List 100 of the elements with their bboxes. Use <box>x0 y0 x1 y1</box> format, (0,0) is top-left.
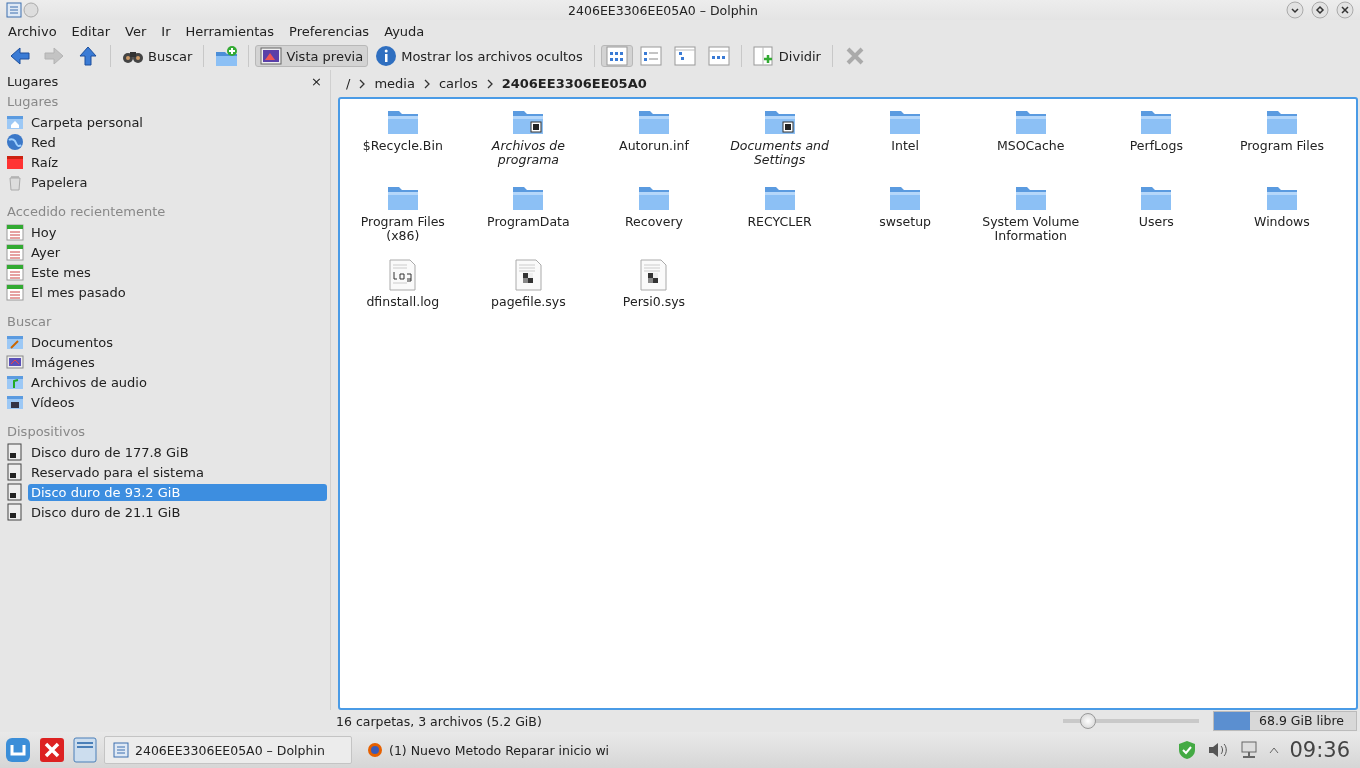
drive-icon <box>6 503 24 521</box>
image-icon <box>260 45 283 67</box>
place-item[interactable]: Reservado para el sistema <box>28 463 327 481</box>
folder-icon <box>6 373 24 391</box>
image-icon <box>6 353 24 371</box>
file-name[interactable]: Recovery <box>625 215 683 229</box>
calendar-icon <box>6 243 24 261</box>
place-item[interactable]: Ayer <box>28 243 327 261</box>
toolbar-button[interactable]: Vista previa <box>255 45 369 67</box>
maximize-button[interactable] <box>1311 1 1329 19</box>
chevron-icon <box>422 78 431 89</box>
file-name[interactable]: Users <box>1138 215 1174 229</box>
list-view-icon <box>639 45 662 67</box>
start-menu-icon[interactable] <box>4 736 32 764</box>
slider-handle[interactable] <box>1080 713 1097 729</box>
file-manager-icon[interactable] <box>72 736 98 764</box>
taskbar-button[interactable]: (1) Nuevo Metodo Reparar inicio wi <box>358 736 619 764</box>
browser-icon <box>367 742 383 758</box>
close-icon[interactable] <box>38 736 66 764</box>
window-title: 2406EE3306EE05A0 – Dolphin <box>567 2 759 18</box>
place-item[interactable]: Disco duro de 177.8 GiB <box>28 443 327 461</box>
breadcrumb-item[interactable]: carlos <box>438 76 478 91</box>
network-icon[interactable] <box>1239 740 1260 760</box>
close-button[interactable] <box>1336 1 1354 19</box>
toolbar-button[interactable]: Buscar <box>117 45 198 67</box>
file-name[interactable]: Persi0.sys <box>622 295 686 309</box>
split-view-icon <box>752 45 775 67</box>
chevron-icon <box>485 78 494 89</box>
document-icon <box>387 259 419 291</box>
file-name[interactable]: Program Files (x86) <box>343 215 462 243</box>
file-name[interactable]: Windows <box>1254 215 1310 229</box>
taskbar-button[interactable]: 2406EE3306EE05A0 – Dolphin <box>104 736 352 764</box>
file-name[interactable]: Documents and Settings <box>720 139 839 167</box>
file-name[interactable]: $Recycle.Bin <box>362 139 443 153</box>
folder-icon <box>6 333 24 351</box>
menu-item[interactable]: Ayuda <box>384 23 425 39</box>
window-menu-icon[interactable] <box>6 2 22 18</box>
minimize-button[interactable] <box>1286 1 1304 19</box>
place-item[interactable]: Vídeos <box>28 393 327 411</box>
drive-icon <box>6 483 24 501</box>
toolbar-button[interactable]: Mostrar los archivos ocultos <box>370 45 588 67</box>
section-heading: Buscar <box>6 313 53 331</box>
menu-item[interactable]: Ver <box>125 23 147 39</box>
toolbar-button[interactable]: Dividir <box>747 45 826 67</box>
up-arrow-icon <box>77 45 99 67</box>
trash-icon <box>6 173 24 191</box>
file-name[interactable]: System Volume Information <box>971 215 1090 243</box>
menu-item[interactable]: Archivo <box>8 23 57 39</box>
panel-title: Lugares <box>7 73 59 89</box>
file-name[interactable]: Program Files <box>1239 139 1325 153</box>
shield-icon[interactable] <box>1177 740 1198 760</box>
calendar-icon <box>6 283 24 301</box>
place-item[interactable]: Hoy <box>28 223 327 241</box>
window-icon <box>113 742 129 758</box>
place-item[interactable]: Raíz <box>28 153 327 171</box>
chevron-icon <box>358 78 367 89</box>
file-name[interactable]: RECYCLER <box>747 215 812 229</box>
view-mode-button[interactable] <box>600 45 633 67</box>
tree-view-icon <box>673 45 696 67</box>
place-item[interactable]: Archivos de audio <box>28 373 327 391</box>
breadcrumb-item[interactable]: media <box>374 76 415 91</box>
document-icon <box>512 259 544 291</box>
menu-item[interactable]: Herramientas <box>185 23 275 39</box>
file-name[interactable]: ProgramData <box>487 215 570 229</box>
columns-view-icon <box>707 45 730 67</box>
menu-item[interactable]: Preferencias <box>289 23 370 39</box>
folder-add-icon <box>215 45 238 67</box>
back-arrow-icon <box>9 45 31 67</box>
file-name[interactable]: dfinstall.log <box>366 295 440 309</box>
info-icon <box>375 45 398 67</box>
folder-icon <box>6 393 24 411</box>
place-item[interactable]: Carpeta personal <box>28 113 327 131</box>
file-name[interactable]: PerfLogs <box>1129 139 1183 153</box>
section-heading: Accedido recientemente <box>6 203 167 221</box>
calendar-icon <box>6 263 24 281</box>
place-item[interactable]: Disco duro de 21.1 GiB <box>28 503 327 521</box>
volume-icon[interactable] <box>1207 740 1230 760</box>
file-name[interactable]: swsetup <box>879 215 931 229</box>
calendar-icon <box>6 223 24 241</box>
forward-arrow-icon <box>43 45 65 67</box>
place-item[interactable]: Red <box>28 133 327 151</box>
menu-item[interactable]: Ir <box>161 23 171 39</box>
breadcrumb-item[interactable]: 2406EE3306EE05A0 <box>501 76 647 91</box>
file-name[interactable]: Archivos de programa <box>469 139 588 167</box>
status-text: 16 carpetas, 3 archivos (5.2 GiB) <box>336 713 543 729</box>
close-button[interactable]: × <box>311 73 322 89</box>
file-name[interactable]: Autorun.inf <box>619 139 689 153</box>
file-name[interactable]: MSOCache <box>997 139 1065 153</box>
document-icon <box>638 259 670 291</box>
place-item[interactable]: El mes pasado <box>28 283 327 301</box>
breadcrumb-item[interactable]: / <box>346 76 351 91</box>
icon-grid-icon <box>605 45 628 67</box>
file-name[interactable]: pagefile.sys <box>491 295 566 309</box>
place-item[interactable]: Documentos <box>28 333 327 351</box>
section-heading: Lugares <box>6 93 60 111</box>
place-item[interactable]: Papelera <box>28 173 327 191</box>
file-name[interactable]: Intel <box>891 139 919 153</box>
place-item[interactable]: Este mes <box>28 263 327 281</box>
place-item[interactable]: Imágenes <box>28 353 327 371</box>
menu-item[interactable]: Editar <box>71 23 111 39</box>
